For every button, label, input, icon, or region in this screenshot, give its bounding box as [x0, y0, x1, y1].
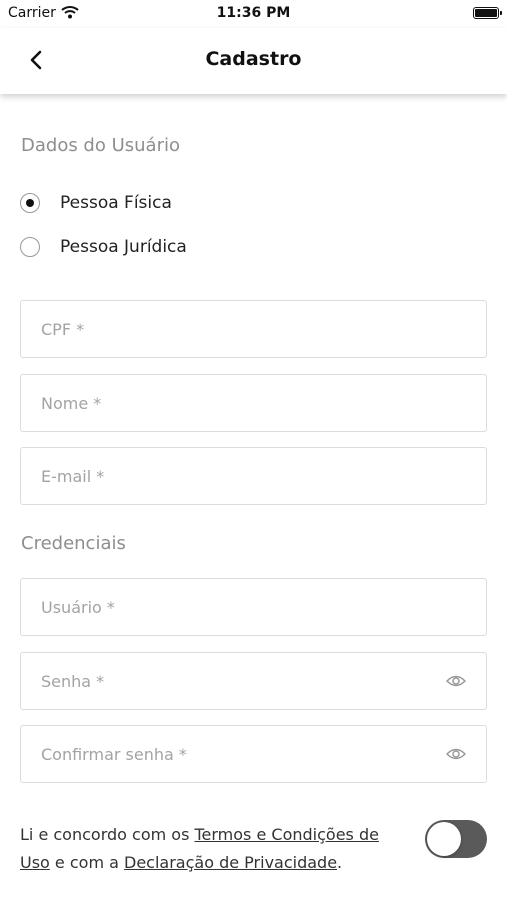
- radio-pessoa-fisica[interactable]: Pessoa Física: [20, 190, 172, 216]
- radio-button[interactable]: [20, 237, 40, 257]
- privacy-link[interactable]: Declaração de Privacidade: [124, 853, 337, 872]
- password-field-container: [20, 652, 487, 710]
- toggle-knob: [427, 822, 461, 856]
- accept-terms-toggle[interactable]: [425, 820, 487, 858]
- email-field[interactable]: [41, 448, 441, 504]
- radio-label: Pessoa Jurídica: [60, 237, 187, 257]
- eye-icon[interactable]: [446, 672, 466, 690]
- eye-icon[interactable]: [446, 745, 466, 763]
- radio-pessoa-juridica[interactable]: Pessoa Jurídica: [20, 234, 187, 260]
- navigation-bar: Cadastro: [0, 28, 507, 94]
- radio-label: Pessoa Física: [60, 193, 172, 213]
- section-title-user-data: Dados do Usuário: [21, 135, 180, 156]
- terms-text-1: Li e concordo com os: [20, 825, 195, 844]
- name-field[interactable]: [41, 375, 441, 431]
- confirm-password-field-container: [20, 725, 487, 783]
- status-bar: Carrier 11:36 PM: [0, 0, 507, 28]
- section-title-credentials: Credenciais: [21, 533, 126, 554]
- username-field-container: [20, 578, 487, 636]
- clock: 11:36 PM: [216, 5, 291, 21]
- radio-button-selected[interactable]: [20, 193, 40, 213]
- cpf-field[interactable]: [41, 301, 441, 357]
- terms-text: Li e concordo com os Termos e Condições …: [20, 821, 410, 877]
- cpf-field-container: [20, 300, 487, 358]
- password-field[interactable]: [41, 653, 441, 709]
- terms-text-3: .: [337, 853, 343, 872]
- confirm-password-field[interactable]: [41, 726, 441, 782]
- page-title: Cadastro: [205, 48, 302, 70]
- battery-icon: [473, 7, 502, 19]
- nome-field-container: [20, 374, 487, 432]
- email-field-container: [20, 447, 487, 505]
- username-field[interactable]: [41, 579, 441, 635]
- terms-text-2: e com a: [49, 853, 125, 872]
